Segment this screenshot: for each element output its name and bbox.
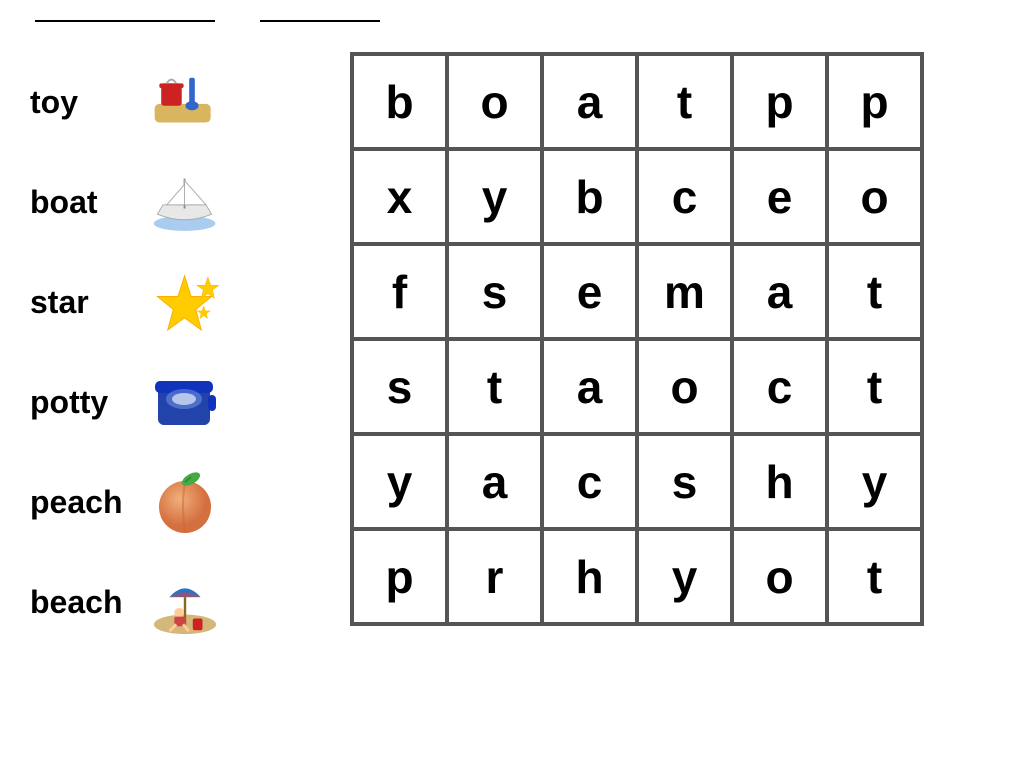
grid-cell-0-3: t xyxy=(637,54,732,149)
word-label-toy: toy xyxy=(30,84,130,121)
grid-cell-5-1: r xyxy=(447,529,542,624)
grid-cell-4-0: y xyxy=(352,434,447,529)
word-list: toy boat xyxy=(30,52,320,652)
star-icon xyxy=(150,267,220,337)
grid-cell-5-0: p xyxy=(352,529,447,624)
beach-icon xyxy=(150,567,220,637)
word-row-potty: potty xyxy=(30,352,320,452)
grid-cell-1-3: c xyxy=(637,149,732,244)
grid-cell-3-1: t xyxy=(447,339,542,434)
grid-cell-2-4: a xyxy=(732,244,827,339)
grid-cell-2-2: e xyxy=(542,244,637,339)
toy-icon xyxy=(150,67,220,137)
word-label-potty: potty xyxy=(30,384,130,421)
grid-cell-0-2: a xyxy=(542,54,637,149)
word-row-beach: beach xyxy=(30,552,320,652)
word-row-star: star xyxy=(30,252,320,352)
word-label-boat: boat xyxy=(30,184,130,221)
grid-cell-4-2: c xyxy=(542,434,637,529)
grid-cell-4-5: y xyxy=(827,434,922,529)
letter-grid: boatppxybceofsematstaoctyacshyprhyot xyxy=(350,52,924,626)
grid-cell-3-2: a xyxy=(542,339,637,434)
grid-cell-2-5: t xyxy=(827,244,922,339)
header xyxy=(30,20,994,22)
grid-cell-2-0: f xyxy=(352,244,447,339)
grid-cell-0-1: o xyxy=(447,54,542,149)
grid-cell-4-1: a xyxy=(447,434,542,529)
grid-cell-1-2: b xyxy=(542,149,637,244)
date-field xyxy=(255,20,380,22)
grid-cell-0-4: p xyxy=(732,54,827,149)
grid-cell-3-0: s xyxy=(352,339,447,434)
grid-cell-1-5: o xyxy=(827,149,922,244)
grid-cell-1-4: e xyxy=(732,149,827,244)
potty-icon xyxy=(150,367,220,437)
name-field xyxy=(30,20,215,22)
grid-cell-5-4: o xyxy=(732,529,827,624)
grid-cell-5-2: h xyxy=(542,529,637,624)
grid-cell-3-5: t xyxy=(827,339,922,434)
grid-cell-5-5: t xyxy=(827,529,922,624)
grid-cell-4-3: s xyxy=(637,434,732,529)
word-row-toy: toy xyxy=(30,52,320,152)
boat-icon xyxy=(150,167,220,237)
date-underline xyxy=(260,20,380,22)
word-row-peach: peach xyxy=(30,452,320,552)
grid-cell-0-0: b xyxy=(352,54,447,149)
grid-cell-4-4: h xyxy=(732,434,827,529)
grid-cell-2-1: s xyxy=(447,244,542,339)
grid-cell-3-4: c xyxy=(732,339,827,434)
grid-cell-0-5: p xyxy=(827,54,922,149)
word-label-beach: beach xyxy=(30,584,130,621)
word-label-peach: peach xyxy=(30,484,130,521)
grid-cell-1-1: y xyxy=(447,149,542,244)
grid-cell-2-3: m xyxy=(637,244,732,339)
grid-cell-1-0: x xyxy=(352,149,447,244)
word-label-star: star xyxy=(30,284,130,321)
grid-cell-3-3: o xyxy=(637,339,732,434)
main-content: toy boat xyxy=(30,52,994,652)
grid-cell-5-3: y xyxy=(637,529,732,624)
name-underline xyxy=(35,20,215,22)
peach-icon xyxy=(150,467,220,537)
word-row-boat: boat xyxy=(30,152,320,252)
